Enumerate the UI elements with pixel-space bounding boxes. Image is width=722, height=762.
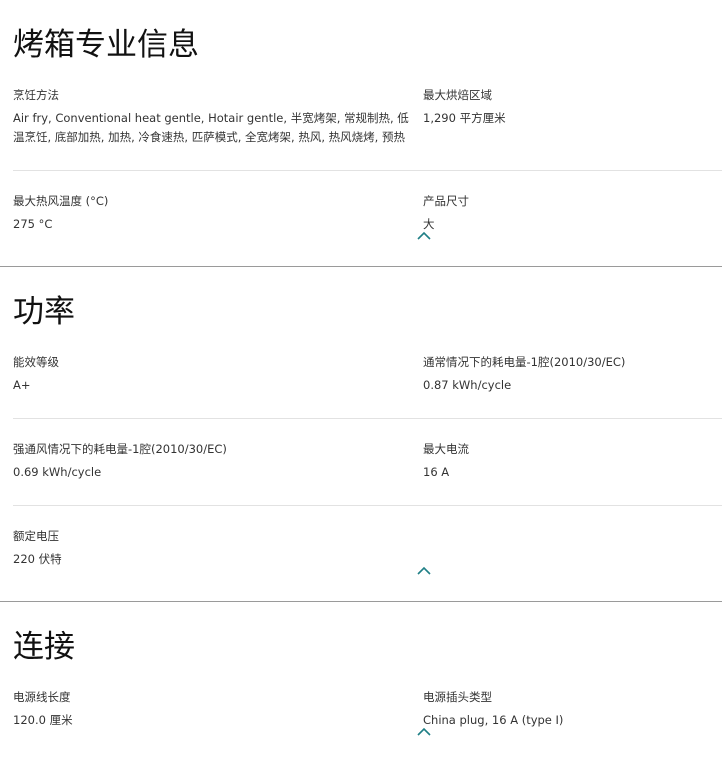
section-title: 功率 (13, 294, 75, 330)
spec-label: 能效等级 (13, 355, 59, 369)
section-oven-specs: 烤箱专业信息 烹饪方法 Air fry, Conventional heat ge… (0, 0, 722, 267)
spec-row: 烹饪方法 Air fry, Conventional heat gentle, H… (13, 65, 722, 171)
spec-label: 电源插头类型 (423, 690, 492, 704)
spec-value: China plug, 16 A (type I) (423, 713, 564, 727)
spec-sections: 烤箱专业信息 烹饪方法 Air fry, Conventional heat ge… (0, 0, 722, 762)
spec-item: 强通风情况下的耗电量-1腔(2010/30/EC) 0.69 kWh/cycle (13, 440, 423, 482)
section-connection: 连接 电源线长度 120.0 厘米 电源插头类型 China plug, 16 A … (0, 602, 722, 762)
spec-value: 120.0 厘米 (13, 713, 73, 727)
spec-label: 最大电流 (423, 442, 469, 456)
chevron-up-icon[interactable] (417, 566, 431, 576)
spec-value: 0.87 kWh/cycle (423, 378, 512, 392)
spec-item: 最大烘焙区域 1,290 平方厘米 (423, 86, 722, 147)
section-power: 功率 能效等级 A+ 通常情况下的耗电量-1腔(2010/30/EC) 0.87 k… (0, 267, 722, 602)
spec-label: 强通风情况下的耗电量-1腔(2010/30/EC) (13, 442, 227, 456)
spec-value: A+ (13, 378, 31, 392)
spec-item: 产品尺寸大 (423, 192, 722, 234)
spec-item: 能效等级 A+ (13, 353, 423, 395)
spec-label: 产品尺寸 (423, 194, 469, 208)
spec-label: 烹饪方法 (13, 88, 59, 102)
spec-value: 220 伏特 (13, 552, 62, 566)
spec-label: 电源线长度 (13, 690, 71, 704)
spec-value: Air fry, Conventional heat gentle, Hotai… (13, 111, 409, 144)
spec-row: 额定电压 220 伏特 (13, 506, 722, 601)
spec-item: 电源线长度 120.0 厘米 (13, 688, 423, 730)
spec-value: 0.69 kWh/cycle (13, 465, 102, 479)
spec-item: 烹饪方法 Air fry, Conventional heat gentle, H… (13, 86, 423, 147)
spec-row: 电源线长度 120.0 厘米 电源插头类型 China plug, 16 A (ty… (13, 667, 722, 762)
spec-row: 最大热风温度 (°C) 275 °C 产品尺寸大 (13, 171, 722, 266)
spec-label: 通常情况下的耗电量-1腔(2010/30/EC) (423, 355, 626, 369)
section-title: 烤箱专业信息 (13, 27, 199, 63)
spec-item: 最大电流 16 A (423, 440, 722, 482)
spec-row: 强通风情况下的耗电量-1腔(2010/30/EC) 0.69 kWh/cycle … (13, 419, 722, 506)
spec-item: 额定电压 220 伏特 (13, 527, 423, 569)
chevron-up-icon[interactable] (417, 727, 431, 737)
spec-label: 额定电压 (13, 529, 59, 543)
section-title: 连接 (13, 629, 75, 665)
spec-value: 大 (423, 217, 435, 231)
spec-item: 电源插头类型 China plug, 16 A (type I) (423, 688, 722, 730)
spec-label: 最大热风温度 (°C) (13, 194, 109, 208)
spec-item: 通常情况下的耗电量-1腔(2010/30/EC) 0.87 kWh/cycle (423, 353, 722, 395)
spec-value: 16 A (423, 465, 450, 479)
chevron-up-icon[interactable] (417, 231, 431, 241)
spec-value: 275 °C (13, 217, 53, 231)
spec-label: 最大烘焙区域 (423, 88, 492, 102)
spec-item: 最大热风温度 (°C) 275 °C (13, 192, 423, 234)
spec-row: 能效等级 A+ 通常情况下的耗电量-1腔(2010/30/EC) 0.87 kWh/… (13, 332, 722, 419)
spec-value: 1,290 平方厘米 (423, 111, 506, 125)
